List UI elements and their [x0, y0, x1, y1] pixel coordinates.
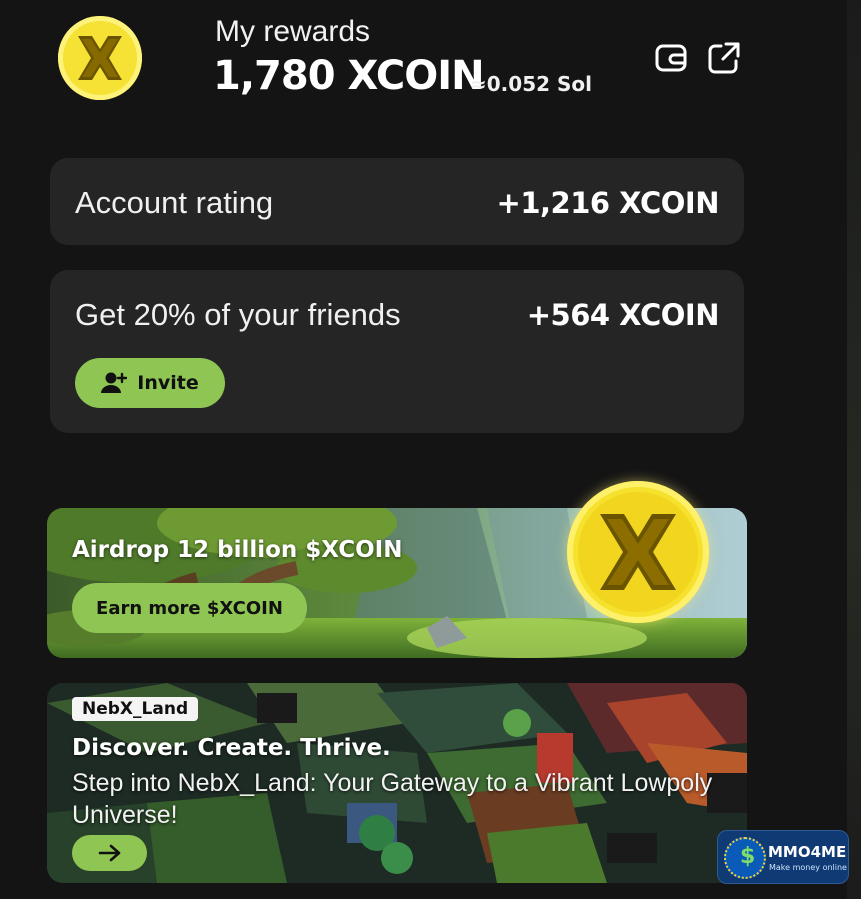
dollar-badge-icon: $ — [724, 837, 766, 879]
xcoin-coin-icon — [567, 481, 709, 623]
background-strip — [847, 0, 861, 899]
invite-label: Invite — [137, 372, 199, 394]
watermark-name: MMO4ME — [768, 843, 847, 861]
friends-label: Get 20% of your friends — [75, 297, 401, 332]
watermark-tagline: Make money online — [769, 863, 847, 872]
external-link-icon[interactable] — [707, 41, 741, 75]
sol-equivalent: ≈0.052 Sol — [470, 72, 592, 96]
arrow-right-icon — [98, 844, 120, 862]
account-rating-card: Account rating +1,216 XCOIN — [50, 158, 744, 245]
rewards-balance: 1,780 XCOIN — [213, 53, 485, 99]
earn-more-button[interactable]: Earn more $XCOIN — [72, 583, 307, 633]
invite-button[interactable]: Invite — [75, 358, 225, 408]
friends-card: Get 20% of your friends +564 XCOIN Invit… — [50, 270, 744, 433]
wallet-icon[interactable] — [654, 41, 688, 75]
mmo4me-watermark: $ MMO4ME Make money online — [717, 830, 849, 884]
nebx-go-button[interactable] — [72, 835, 147, 871]
rewards-title: My rewards — [215, 15, 371, 48]
nebx-description: Step into NebX_Land: Your Gateway to a V… — [72, 769, 713, 829]
account-rating-value: +1,216 XCOIN — [496, 186, 720, 220]
add-user-icon — [101, 372, 128, 393]
nebx-headline: Discover. Create. Thrive. — [72, 735, 391, 761]
account-rating-label: Account rating — [75, 185, 274, 220]
friends-value: +564 XCOIN — [526, 298, 720, 332]
nebx-tag: NebX_Land — [72, 697, 199, 721]
xcoin-logo-icon — [58, 16, 142, 100]
airdrop-title: Airdrop 12 billion $XCOIN — [72, 537, 403, 563]
nebx-land-banner[interactable]: NebX_Land Discover. Create. Thrive. Step… — [47, 683, 747, 883]
